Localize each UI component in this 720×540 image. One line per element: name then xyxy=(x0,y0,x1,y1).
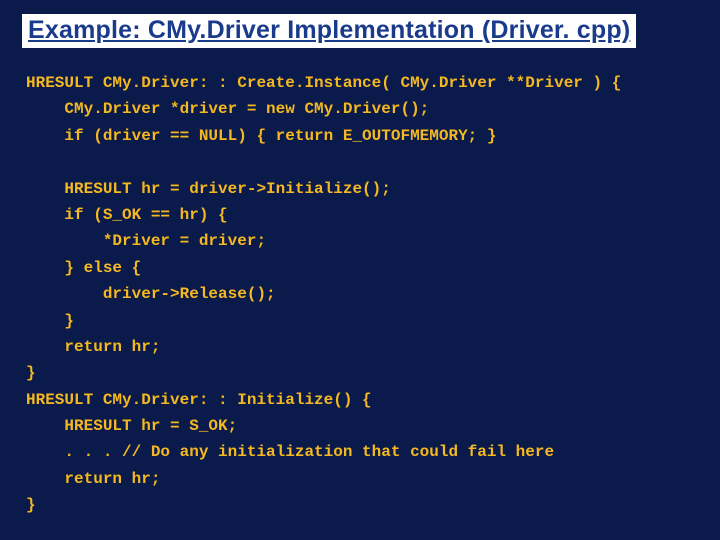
slide-title: Example: CMy.Driver Implementation (Driv… xyxy=(22,14,636,48)
slide: Example: CMy.Driver Implementation (Driv… xyxy=(0,0,720,540)
code-block: HRESULT CMy.Driver: : Create.Instance( C… xyxy=(22,70,698,519)
